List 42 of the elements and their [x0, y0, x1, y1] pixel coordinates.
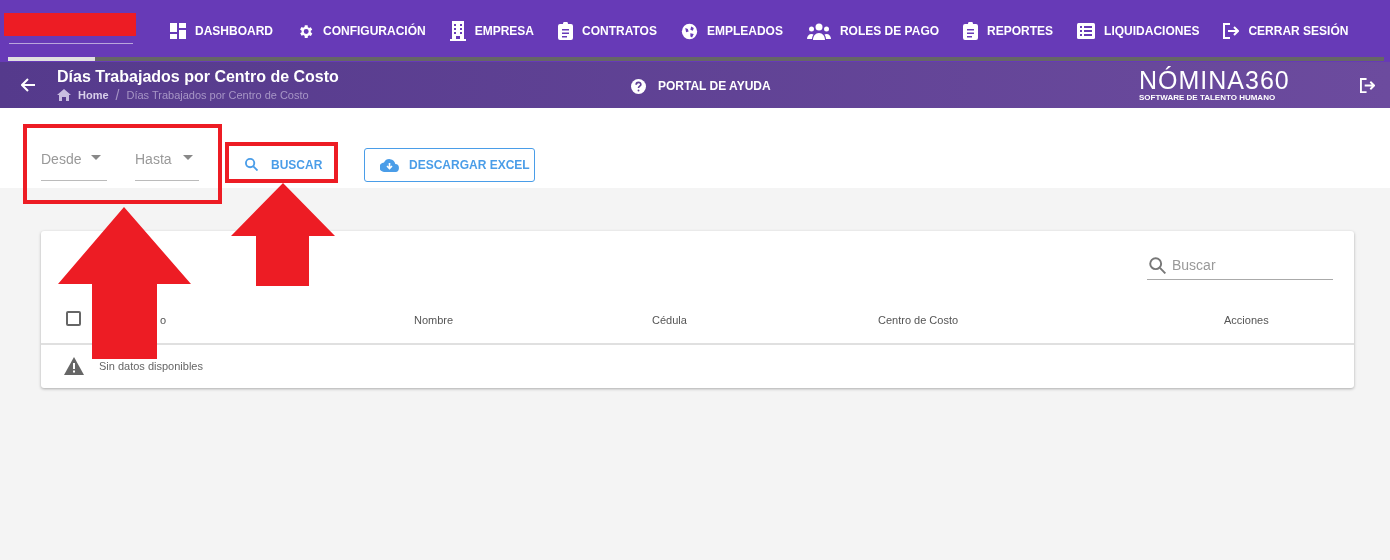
column-header: o	[160, 313, 167, 326]
search-icon	[245, 158, 258, 171]
breadcrumb-link[interactable]: Home	[78, 87, 109, 103]
globe-icon	[680, 22, 698, 40]
column-header: Centro de Costo	[878, 313, 959, 326]
logout-icon	[1223, 23, 1240, 39]
back-arrow-icon[interactable]	[21, 78, 35, 92]
nav-link[interactable]: CONTRATOS	[558, 21, 657, 41]
logout-icon[interactable]	[1360, 78, 1375, 93]
breadcrumb-separator: /	[115, 87, 120, 103]
gear-icon	[297, 22, 314, 40]
nav-link[interactable]: ROLES DE PAGO	[806, 21, 940, 41]
breadcrumb-current: Días Trabajados por Centro de Costo	[126, 88, 309, 103]
nav-link[interactable]: LIQUIDACIONES	[1077, 21, 1200, 41]
list-icon	[1077, 23, 1096, 39]
select-all-checkbox[interactable]	[66, 311, 81, 326]
people-icon	[806, 22, 831, 40]
nav-link[interactable]: CERRAR SESIÓN	[1223, 21, 1349, 41]
nav-link[interactable]: REPORTES	[963, 21, 1054, 41]
dashboard-icon	[170, 23, 186, 39]
cloud-download-icon	[380, 158, 399, 172]
help-icon	[631, 78, 646, 94]
search-icon	[1149, 256, 1166, 274]
home-icon	[57, 89, 71, 101]
nav-link[interactable]: EMPLEADOS	[680, 21, 783, 41]
dropdown-caret-icon	[91, 155, 101, 160]
nav-link[interactable]: DASHBOARD	[170, 21, 273, 41]
table-search-field[interactable]: Buscar	[1172, 254, 1327, 276]
brand-logo: NÓMINA360 SOFTWARE DE TALENTO HUMANO	[1139, 68, 1290, 102]
dropdown-caret-icon	[183, 155, 193, 160]
clipboard-icon	[963, 22, 979, 40]
page-title: Días Trabajados por Centro de Costo	[57, 67, 339, 87]
clipboard-icon	[558, 22, 573, 40]
nav-link[interactable]: CONFIGURACIÓN	[297, 21, 426, 41]
help-portal-link[interactable]: PORTAL DE AYUDA	[631, 77, 771, 95]
column-header: Acciones	[1224, 313, 1269, 326]
nav-link[interactable]: EMPRESA	[449, 21, 534, 41]
column-header: Cédula	[652, 313, 687, 326]
warning-icon	[64, 357, 84, 375]
column-header: Nombre	[414, 313, 454, 326]
building-icon	[449, 21, 466, 41]
empty-message: Sin datos disponibles	[99, 358, 203, 374]
